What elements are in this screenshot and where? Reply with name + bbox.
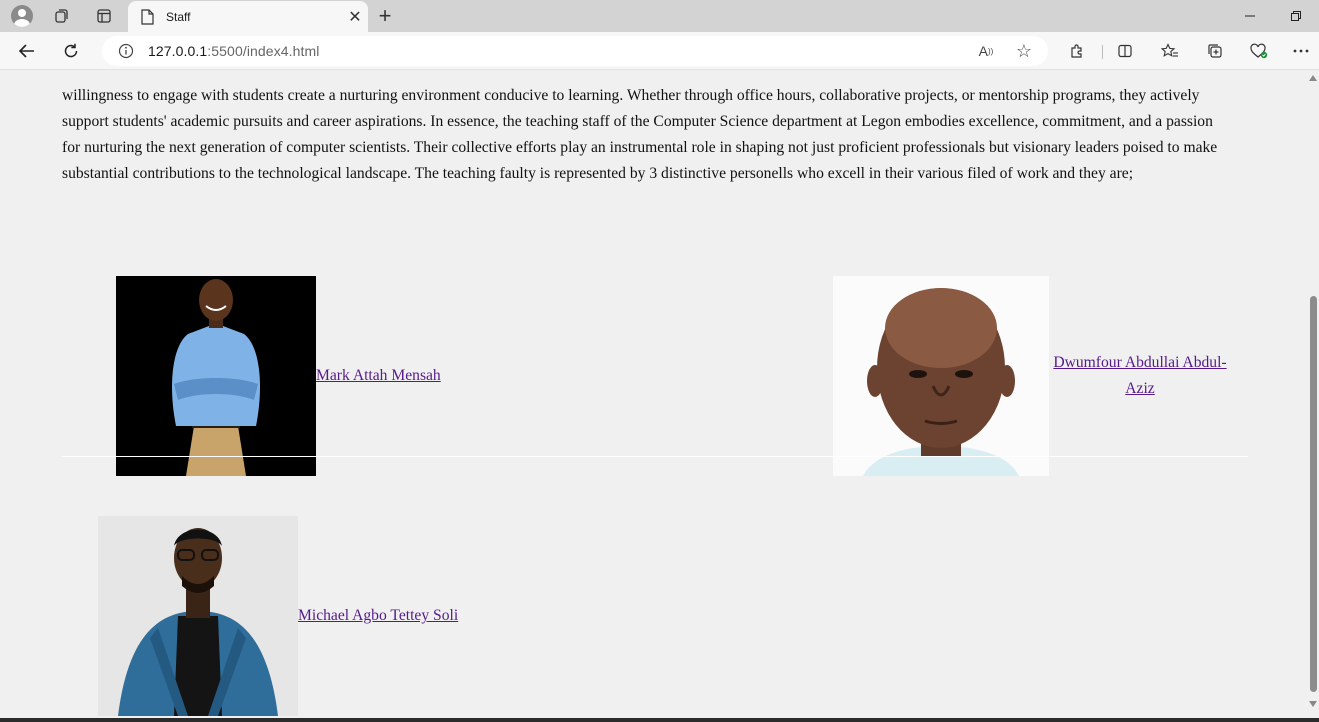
staff-photo (98, 516, 298, 716)
profile-icon[interactable] (8, 4, 36, 28)
staff-card: Mark Attah Mensah (116, 276, 441, 476)
split-screen-icon[interactable] (1110, 38, 1140, 64)
paragraph-line: support students' academic pursuits and … (62, 113, 1213, 130)
reload-button[interactable] (56, 37, 86, 65)
restore-button[interactable] (1273, 0, 1319, 32)
staff-link[interactable]: Michael Agbo Tettey Soli (298, 603, 458, 629)
tab-strip: Staff ✕ + (0, 0, 1319, 32)
tab-title: Staff (166, 9, 191, 24)
vertical-scrollbar[interactable] (1307, 71, 1319, 718)
staff-photo (833, 276, 1049, 476)
scrollbar-thumb[interactable] (1310, 296, 1317, 692)
close-tab-icon[interactable]: ✕ (342, 4, 368, 30)
section-divider (62, 456, 1248, 457)
site-info-icon[interactable] (118, 43, 134, 59)
staff-photo (116, 276, 316, 476)
address-bar[interactable]: 127.0.0.1:5500/index4.html A)) ☆ (102, 36, 1048, 66)
read-aloud-icon[interactable]: A)) (974, 41, 998, 61)
vertical-tabs-icon[interactable] (90, 4, 118, 28)
toolbar-divider (1102, 45, 1103, 59)
paragraph-line: willingness to engage with students crea… (62, 87, 1200, 104)
staff-card: Dwumfour Abdullai Abdul-Aziz (833, 276, 1231, 476)
staff-link[interactable]: Mark Attah Mensah (316, 363, 441, 389)
staff-intro-paragraph: willingness to engage with students crea… (62, 71, 1252, 187)
page-viewport: willingness to engage with students crea… (0, 71, 1307, 718)
favorites-icon[interactable] (1155, 38, 1185, 64)
settings-more-icon[interactable] (1286, 38, 1316, 64)
browser-essentials-icon[interactable] (1244, 38, 1274, 64)
scroll-down-arrow-icon[interactable] (1309, 701, 1317, 707)
paragraph-line: for nurturing the next generation of com… (62, 139, 1218, 156)
paragraph-line: substantial contributions to the technol… (62, 165, 1134, 182)
staff-link[interactable]: Dwumfour Abdullai Abdul-Aziz (1049, 350, 1231, 402)
taskbar-edge (0, 718, 1319, 722)
extensions-icon[interactable] (1062, 38, 1092, 64)
active-tab[interactable]: Staff ✕ (128, 1, 368, 32)
browser-toolbar: 127.0.0.1:5500/index4.html A)) ☆ (0, 32, 1319, 70)
favorite-star-icon[interactable]: ☆ (1012, 41, 1036, 61)
staff-card: Michael Agbo Tettey Soli (98, 516, 458, 716)
paragraph-line-clipped (62, 71, 1252, 83)
workspaces-icon[interactable] (48, 4, 76, 28)
scroll-up-arrow-icon[interactable] (1309, 75, 1317, 81)
minimize-button[interactable] (1227, 0, 1273, 32)
back-button[interactable] (12, 37, 42, 65)
page-icon (141, 8, 154, 25)
collections-icon[interactable] (1200, 38, 1230, 64)
new-tab-button[interactable]: + (372, 3, 398, 28)
url-text: 127.0.0.1:5500/index4.html (148, 43, 320, 59)
